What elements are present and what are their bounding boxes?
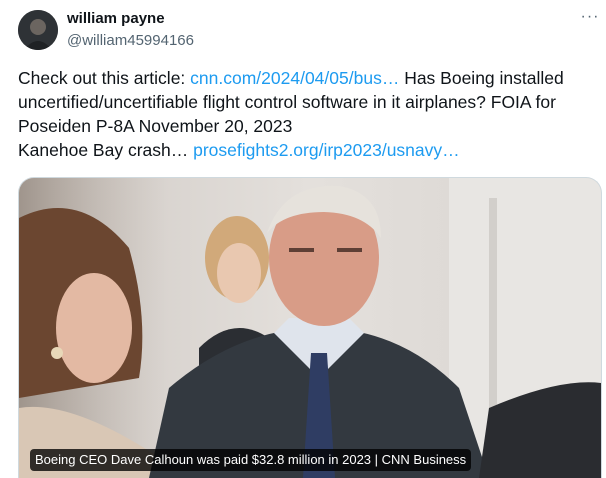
more-dots-icon[interactable]: ···: [578, 8, 602, 28]
link-card-image[interactable]: [18, 177, 602, 478]
tweet-line-1: Check out this article: cnn.com/2024/04/…: [18, 66, 598, 90]
avatar[interactable]: [18, 10, 58, 50]
tweet-line-3: Poseiden P-8A November 20, 2023: [18, 116, 293, 136]
tweet-line-2: uncertified/uncertifiable flight control…: [18, 92, 556, 112]
prosefights-link[interactable]: prosefights2.org/irp2023/usnavy…: [193, 140, 460, 160]
tweet-text-segment: Check out this article:: [18, 68, 191, 88]
author-handle[interactable]: @william45994166: [67, 32, 194, 49]
author-name[interactable]: william payne: [67, 10, 165, 27]
tweet-text-segment: Has Boeing installed: [399, 68, 564, 88]
tweet-line-4: Kanehoe Bay crash… prosefights2.org/irp2…: [18, 138, 598, 162]
tweet-text: Check out this article: cnn.com/2024/04/…: [18, 66, 598, 162]
card-caption[interactable]: Boeing CEO Dave Calhoun was paid $32.8 m…: [30, 449, 472, 471]
tweet-text-segment: Kanehoe Bay crash…: [18, 140, 194, 160]
avatar-image: [18, 10, 58, 50]
article-link[interactable]: cnn.com/2024/04/05/bus…: [190, 68, 399, 88]
news-photo: [19, 178, 601, 478]
